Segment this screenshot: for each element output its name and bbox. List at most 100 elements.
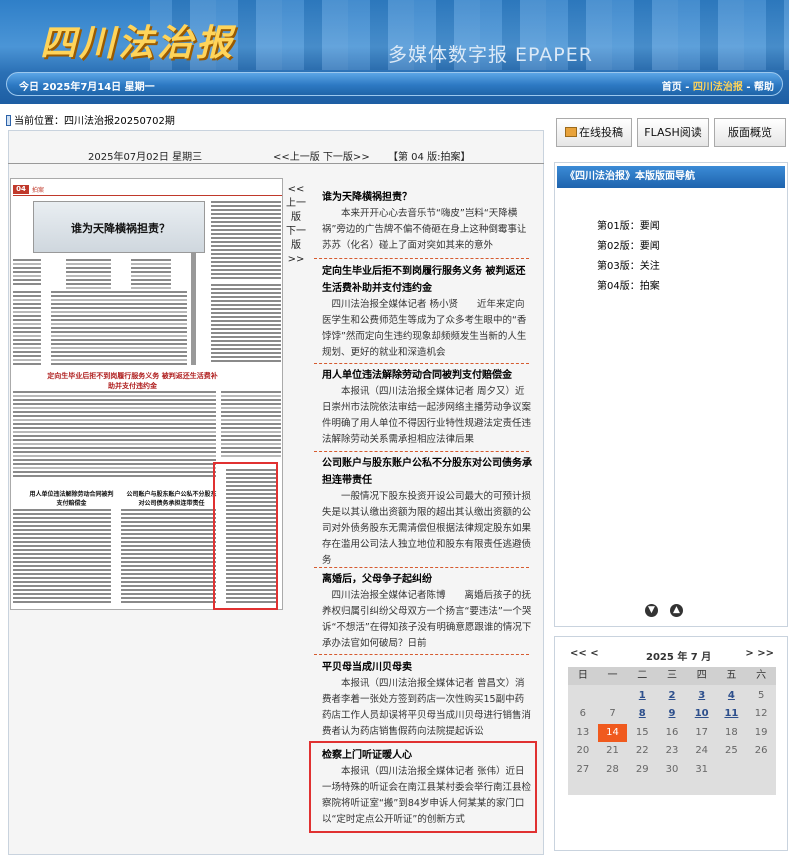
top-nav-bar: 今日 2025年7月14日 星期一 首页 - 四川法治报 - 帮助 xyxy=(6,72,783,96)
scroll-down-icon[interactable]: ▼ xyxy=(645,604,658,617)
thumb-text-line xyxy=(121,573,216,575)
calendar-day[interactable]: 2 xyxy=(657,687,687,705)
scroll-up-icon[interactable]: ▲ xyxy=(670,604,683,617)
thumb-text-line xyxy=(13,335,41,337)
thumb-text-line xyxy=(51,339,187,341)
thumb-text-line xyxy=(221,411,281,413)
thumb-section: 拍案 xyxy=(32,187,45,194)
article-4[interactable]: 公司账户与股东账户公私不分股东对公司债务承担连带责任 一般情况下股东投资开设公司… xyxy=(314,455,532,569)
thumb-text-line xyxy=(13,459,216,461)
thumb-text-line xyxy=(211,340,281,342)
layout-overview-button[interactable]: 版面概览 xyxy=(714,118,786,147)
thumb-h3: 用人单位违法解除劳动合同被判支付赔偿金 xyxy=(29,491,114,507)
thumb-text-line xyxy=(13,537,111,539)
nav-item-02[interactable]: 第02版：要闻 xyxy=(597,237,660,252)
thumb-text-line xyxy=(121,529,216,531)
thumb-text-line xyxy=(121,509,216,511)
thumb-text-line xyxy=(66,287,111,289)
calendar-day: 23 xyxy=(665,745,679,757)
article-1[interactable]: 谁为天降横祸担责？ 本来开开心心去音乐节“嗨皮”岂料“天降横祸”旁边的广告牌不偏… xyxy=(314,189,532,254)
calendar-day: 6 xyxy=(579,708,587,720)
thumb-text-line xyxy=(13,423,216,425)
thumb-text-line xyxy=(13,407,216,409)
article-2[interactable]: 定向生毕业后拒不到岗履行服务义务 被判返还生活费补助并支付违约金 四川法治报全媒… xyxy=(314,263,532,361)
article-divider xyxy=(314,363,529,364)
submit-article-button[interactable]: 在线投稿 xyxy=(556,118,632,147)
today-date: 今日 2025年7月14日 星期一 xyxy=(19,82,155,93)
article-title[interactable]: 离婚后，父母争子起纠纷 xyxy=(322,571,532,588)
thumb-text-line xyxy=(13,319,41,321)
thumb-text-line xyxy=(13,513,111,515)
calendar-day[interactable]: 9 xyxy=(657,705,687,723)
thumb-text-line xyxy=(211,277,281,279)
thumb-text-line xyxy=(221,403,281,405)
thumb-text-line xyxy=(13,529,111,531)
thumb-text-line xyxy=(121,517,216,519)
thumb-text-line xyxy=(211,225,281,227)
article-title[interactable]: 定向生毕业后拒不到岗履行服务义务 被判返还生活费补助并支付违约金 xyxy=(322,263,532,297)
article-title[interactable]: 平贝母当成川贝母卖 xyxy=(322,659,532,676)
thumb-text-line xyxy=(131,259,171,261)
thumb-text-line xyxy=(13,259,41,261)
thumb-text-line xyxy=(51,315,187,317)
thumb-text-line xyxy=(221,415,281,417)
calendar-day[interactable]: 10 xyxy=(687,705,717,723)
article-5[interactable]: 离婚后，父母争子起纠纷 四川法治报全媒体记者陈博 离婚后孩子的抚养权归属引纠纷父… xyxy=(314,571,532,652)
thumb-text-line xyxy=(121,577,216,579)
thumb-text-line xyxy=(13,541,111,543)
thumb-text-line xyxy=(66,279,111,281)
calendar-day: 18 xyxy=(725,726,738,738)
article-title[interactable]: 用人单位违法解除劳动合同被判支付赔偿金 xyxy=(322,367,532,384)
side-prev-next[interactable]: <<上一版 下一版>> xyxy=(285,183,307,267)
nav-item-01[interactable]: 第01版：要闻 xyxy=(597,217,660,232)
thumb-text-line xyxy=(211,332,281,334)
home-link[interactable]: 首页 xyxy=(662,82,682,93)
thumb-text-line xyxy=(211,229,281,231)
thumb-text-line xyxy=(13,283,41,285)
article-title[interactable]: 公司账户与股东账户公私不分股东对公司债务承担连带责任 xyxy=(322,455,532,489)
calendar-day: 7 xyxy=(609,708,616,720)
article-divider xyxy=(314,567,529,568)
article-summary: 一般情况下股东投资开设公司最大的可预计损失是以其认缴出资额为限的超出其认缴出资额… xyxy=(322,491,532,566)
thumb-text-line xyxy=(211,348,281,350)
paper-link[interactable]: 四川法治报 xyxy=(693,82,743,93)
calendar-day: 20 xyxy=(576,745,590,757)
thumb-text-line xyxy=(121,561,216,563)
thumb-text-line xyxy=(221,443,281,445)
calendar-day[interactable]: 3 xyxy=(687,687,717,705)
thumb-text-line xyxy=(211,336,281,338)
article-3[interactable]: 用人单位违法解除劳动合同被判支付赔偿金 本报讯（四川法治报全媒体记者 周夕又）近… xyxy=(314,367,532,448)
thumb-text-line xyxy=(121,525,216,527)
calendar-month: 2025 年 7 月 xyxy=(646,652,712,663)
nav-item-03[interactable]: 第03版：关注 xyxy=(597,257,660,272)
calendar-next[interactable]: > >> xyxy=(745,648,774,659)
thumb-text-line xyxy=(13,339,41,341)
thumb-text-line xyxy=(121,557,216,559)
breadcrumb: 当前位置：四川法治报20250702期 xyxy=(6,112,175,127)
calendar-prev[interactable]: << < xyxy=(570,648,599,659)
nav-item-04[interactable]: 第04版：拍案 xyxy=(597,277,660,292)
calendar-day: 13 xyxy=(576,726,590,738)
thumb-text-line xyxy=(13,327,41,329)
thumb-text-line xyxy=(211,328,281,330)
flash-read-button[interactable]: FLASH阅读 xyxy=(637,118,709,147)
thumb-text-line xyxy=(51,335,187,337)
article-6[interactable]: 平贝母当成川贝母卖 本报讯（四川法治报全媒体记者 曾昌文）消费者李着一张处方签到… xyxy=(314,659,532,740)
logo: 四川法治报 xyxy=(40,22,236,64)
thumb-text-line xyxy=(221,427,281,429)
calendar-day[interactable]: 8 xyxy=(627,705,657,723)
calendar-day: 31 xyxy=(695,763,709,775)
calendar-day[interactable]: 4 xyxy=(717,687,747,705)
thumb-text-line xyxy=(211,269,281,271)
calendar-day[interactable]: 1 xyxy=(627,687,657,705)
thumb-text-line xyxy=(13,471,216,473)
thumb-text-line xyxy=(211,261,281,263)
thumb-text-line xyxy=(221,395,281,397)
article-title[interactable]: 谁为天降横祸担责？ xyxy=(322,189,532,206)
thumb-text-line xyxy=(13,435,216,437)
calendar-day[interactable]: 11 xyxy=(717,705,747,723)
prev-next-links[interactable]: <<上一版 下一版>> xyxy=(273,148,370,163)
thumb-text-line xyxy=(51,343,187,345)
help-link[interactable]: 帮助 xyxy=(754,82,774,93)
thumb-text-line xyxy=(51,327,187,329)
